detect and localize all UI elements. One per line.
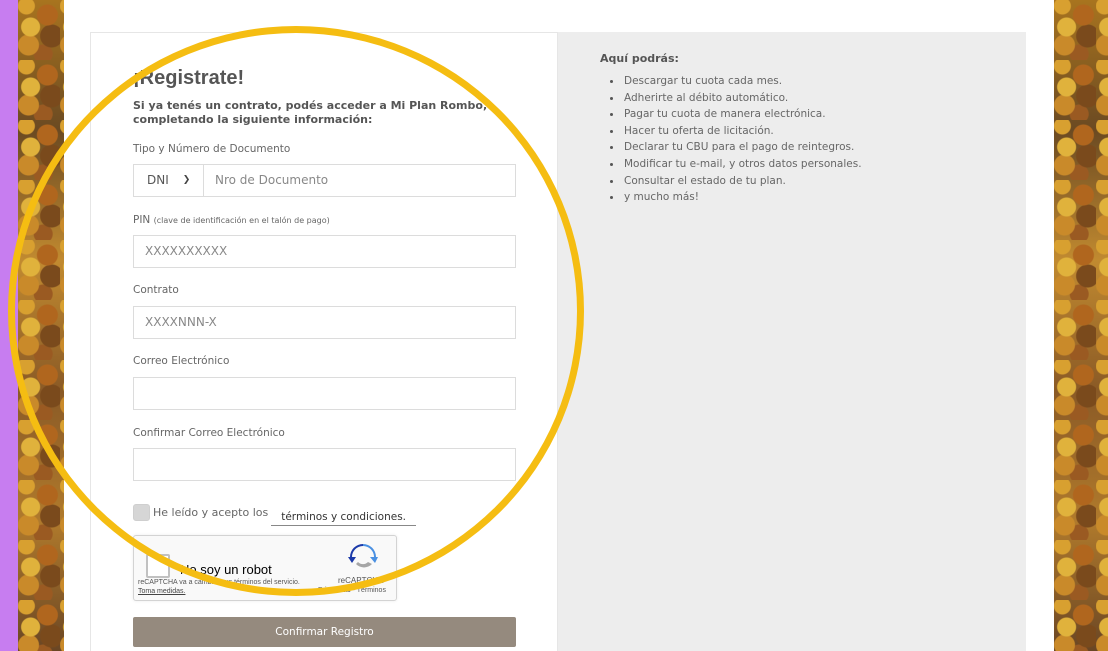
email-label: Correo Electrónico	[133, 355, 230, 367]
confirm-email-input[interactable]	[133, 448, 516, 481]
recaptcha-brand: reCAPTCHA	[338, 576, 384, 585]
doc-type-value: DNI	[147, 173, 169, 187]
page-container: ¡Registrate! Si ya tenés un contrato, po…	[64, 0, 1054, 651]
terms-link[interactable]: términos y condiciones.	[271, 507, 416, 526]
contract-label: Contrato	[133, 284, 179, 296]
recaptcha-legal: reCAPTCHA va a cambiar sus términos del …	[138, 578, 308, 596]
doc-number-input[interactable]: Nro de Documento	[204, 165, 515, 196]
recaptcha-privacy-link[interactable]: Privacidad - Términos	[318, 587, 386, 594]
doc-type-select[interactable]: DNI ❯	[134, 165, 204, 196]
registration-form: ¡Registrate! Si ya tenés un contrato, po…	[90, 32, 558, 651]
recaptcha-widget: No soy un robot reCAPTCHA reCAPTCHA va a…	[133, 535, 397, 601]
form-subtitle: Si ya tenés un contrato, podés acceder a…	[133, 99, 488, 126]
list-item: Adherirte al débito automático.	[600, 90, 862, 107]
pin-label: PIN (clave de identificación en el talón…	[133, 214, 330, 226]
recaptcha-legal-text: reCAPTCHA va a cambiar sus términos del …	[138, 579, 300, 586]
info-list: Descargar tu cuota cada mes. Adherirte a…	[600, 73, 862, 206]
recaptcha-label: No soy un robot	[180, 562, 272, 577]
terms-text: He leído y acepto los	[153, 506, 269, 519]
recaptcha-legal-link[interactable]: Toma medidas.	[138, 588, 185, 595]
list-item: Pagar tu cuota de manera electrónica.	[600, 106, 862, 123]
list-item: Consultar el estado de tu plan.	[600, 173, 862, 190]
confirm-email-label: Confirmar Correo Electrónico	[133, 427, 285, 439]
page-title: ¡Registrate!	[133, 67, 245, 89]
doc-row: DNI ❯ Nro de Documento	[133, 164, 516, 197]
recaptcha-checkbox[interactable]	[146, 554, 170, 578]
background-photo-left	[18, 0, 64, 651]
contract-input[interactable]: XXXXNNN-X	[133, 306, 516, 339]
email-input[interactable]	[133, 377, 516, 410]
list-item: Descargar tu cuota cada mes.	[600, 73, 862, 90]
pin-label-text: PIN	[133, 214, 151, 226]
info-panel: Aquí podrás: Descargar tu cuota cada mes…	[558, 32, 1026, 651]
pin-input[interactable]: XXXXXXXXXX	[133, 235, 516, 268]
list-item: y mucho más!	[600, 189, 862, 206]
list-item: Hacer tu oferta de licitación.	[600, 123, 862, 140]
doc-label: Tipo y Número de Documento	[133, 143, 291, 155]
confirm-register-button[interactable]: Confirmar Registro	[133, 617, 516, 647]
background-photo-right	[1054, 0, 1108, 651]
info-title: Aquí podrás:	[600, 52, 679, 65]
list-item: Declarar tu CBU para el pago de reintegr…	[600, 139, 862, 156]
pin-hint: (clave de identificación en el talón de …	[153, 216, 330, 225]
list-item: Modificar tu e-mail, y otros datos perso…	[600, 156, 862, 173]
recaptcha-logo-icon	[348, 544, 378, 568]
chevron-down-icon: ❯	[182, 175, 191, 185]
terms-row: He leído y acepto los términos y condici…	[133, 499, 416, 526]
terms-checkbox[interactable]	[133, 504, 150, 521]
